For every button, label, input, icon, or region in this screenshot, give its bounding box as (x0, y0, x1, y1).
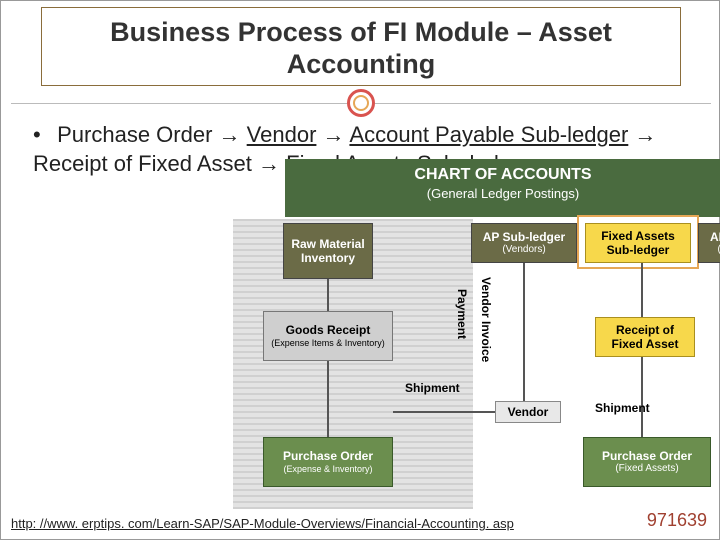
diagram: CHART OF ACCOUNTS (General Ledger Postin… (233, 159, 720, 509)
slide-number: 971639 (647, 510, 707, 531)
connector (327, 279, 329, 311)
box-po-fixed-assets: Purchase Order (Fixed Assets) (583, 437, 711, 487)
label-shipment: Shipment (405, 381, 460, 395)
ring-icon (347, 89, 375, 117)
box-raw-material: Raw Material Inventory (283, 223, 373, 279)
flow-step: Account Payable Sub-ledger (349, 122, 628, 147)
label-shipment: Shipment (595, 401, 650, 415)
chart-header: CHART OF ACCOUNTS (General Ledger Postin… (285, 159, 720, 217)
box-vendor: Vendor (495, 401, 561, 423)
box-ap-subledger: AP Sub-ledger (Vendors) (471, 223, 577, 263)
connector (641, 357, 643, 437)
connector (327, 361, 329, 437)
header-line2: (General Ledger Postings) (285, 186, 720, 203)
source-link[interactable]: http: //www. erptips. com/Learn-SAP/SAP-… (11, 516, 514, 531)
flow-step: Vendor (247, 122, 317, 147)
box-receipt-fixed-asset: Receipt of Fixed Asset (595, 317, 695, 357)
label-vendor-invoice: Vendor Invoice (479, 277, 493, 362)
box-po-expense: Purchase Order (Expense & Inventory) (263, 437, 393, 487)
title-box: Business Process of FI Module – Asset Ac… (41, 7, 681, 86)
flow-step: Receipt of Fixed Asset (33, 151, 252, 176)
slide-title: Business Process of FI Module – Asset Ac… (54, 16, 668, 81)
flow-step: Purchase Order (57, 122, 212, 147)
label-payment: Payment (455, 289, 469, 339)
box-goods-receipt: Goods Receipt (Expense Items & Inventory… (263, 311, 393, 361)
connector (641, 263, 643, 317)
header-line1: CHART OF ACCOUNTS (414, 166, 591, 183)
slide: Business Process of FI Module – Asset Ac… (0, 0, 720, 540)
connector (523, 263, 525, 401)
box-ar-subledger: AR Su (Cus (698, 223, 720, 263)
box-fixed-assets-subledger: Fixed Assets Sub-ledger (585, 223, 691, 263)
connector (393, 411, 495, 413)
